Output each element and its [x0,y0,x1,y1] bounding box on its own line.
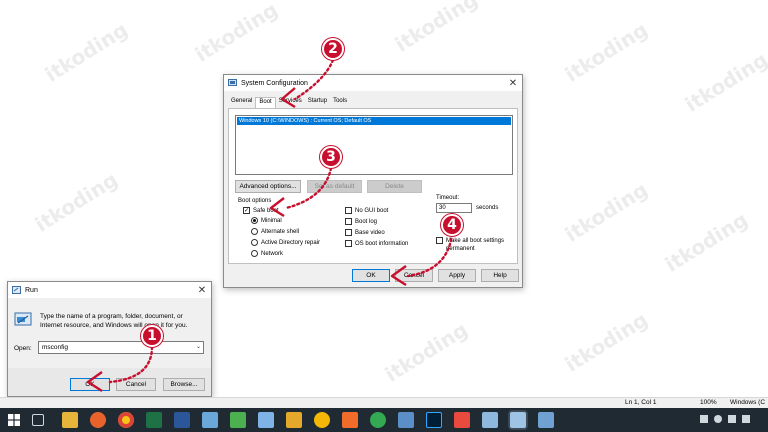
step-marker-3: 3 [320,146,342,168]
app-icon[interactable] [370,412,386,428]
app-icon[interactable] [230,412,246,428]
arrow-path-1 [108,345,154,384]
app-icon[interactable] [202,412,218,428]
cursor-position: Ln 1, Col 1 [625,399,657,406]
excel-icon[interactable] [146,412,162,428]
annotation-overlay [86,58,454,393]
firefox-icon[interactable] [90,412,106,428]
zoom-level: 100% [700,399,717,406]
app-icon[interactable] [398,412,414,428]
app-icon[interactable] [314,412,330,428]
arrow-path-3 [284,166,333,210]
status-bar: Ln 1, Col 1 100% Windows (C [0,397,768,408]
word-icon[interactable] [174,412,190,428]
app-icon[interactable] [510,412,526,428]
arrowhead-icon [390,265,407,287]
arrow-path-4 [406,232,454,278]
arrowhead-icon [269,197,285,218]
photoshop-icon[interactable] [426,412,442,428]
app-icon[interactable] [454,412,470,428]
windows-start-icon[interactable] [8,414,20,426]
chrome-icon[interactable] [118,412,134,428]
app-icon[interactable] [482,412,498,428]
arrowhead-icon [86,371,103,393]
app-icon[interactable] [258,412,274,428]
volume-icon[interactable] [728,415,736,423]
system-tray [700,415,760,425]
app-icon[interactable] [286,412,302,428]
arrowhead-icon [280,87,296,109]
taskbar [0,408,768,432]
step-marker-1: 1 [141,325,163,347]
line-ending: Windows (C [730,399,766,406]
app-icon[interactable] [538,412,554,428]
file-explorer-icon[interactable] [62,412,78,428]
network-icon[interactable] [714,415,722,423]
arrow-path-2 [293,58,335,101]
step-marker-4: 4 [441,214,463,236]
notification-icon[interactable] [742,415,750,423]
task-view-icon[interactable] [32,414,44,426]
step-marker-2: 2 [322,38,344,60]
app-icon[interactable] [342,412,358,428]
tray-icon[interactable] [700,415,708,423]
